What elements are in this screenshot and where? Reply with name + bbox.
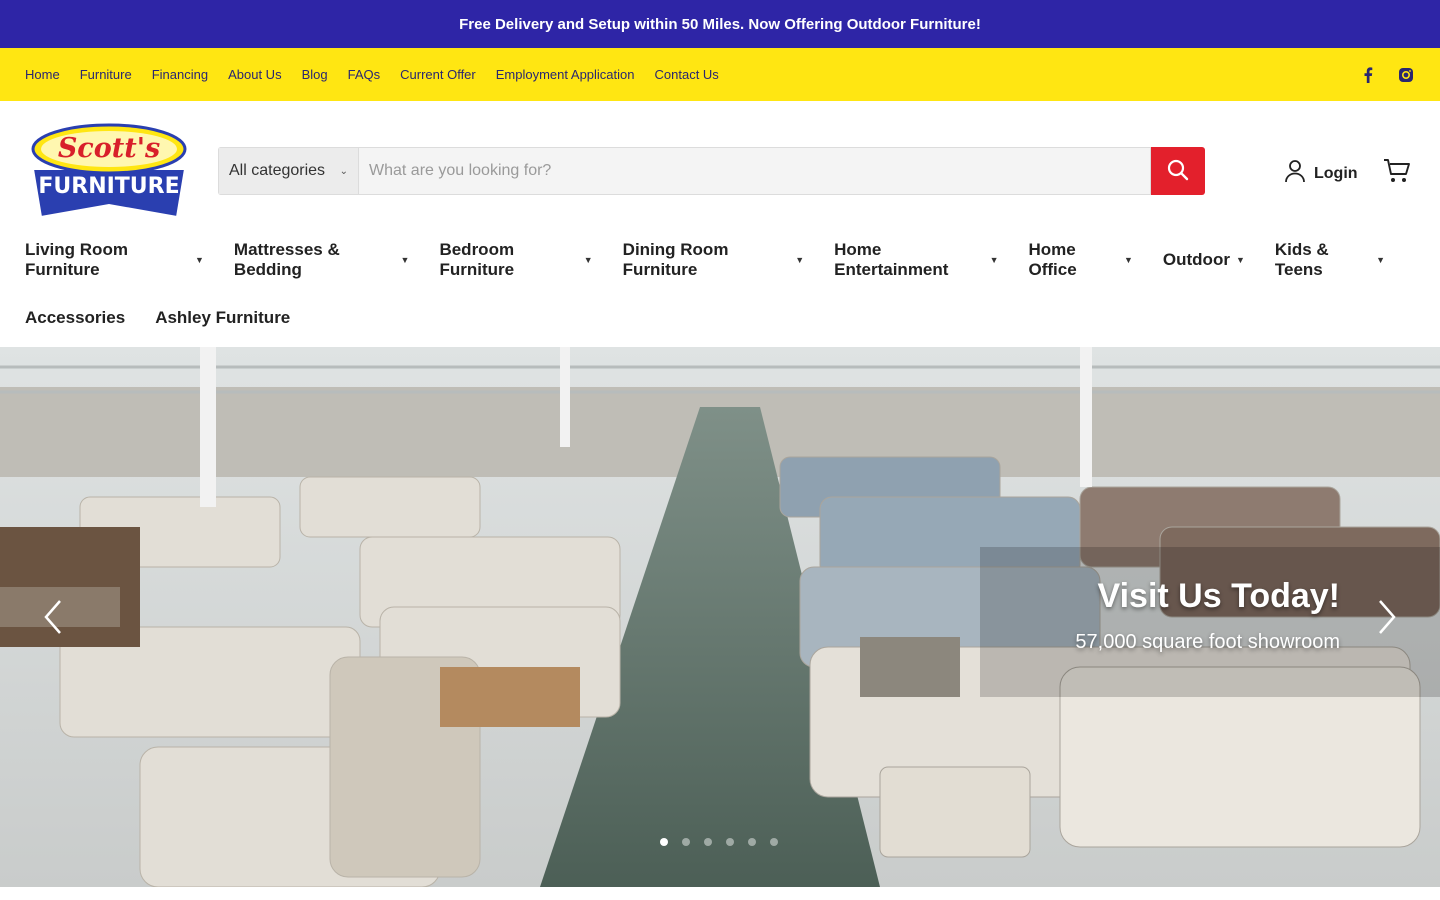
chevron-left-icon xyxy=(44,600,61,634)
nav-label: Kids & Teens xyxy=(1274,240,1329,279)
logo-line2: FURNITURE xyxy=(38,174,179,199)
nav-kids-teens[interactable]: Kids & Teens ▼ xyxy=(1275,240,1385,280)
nav-home-office[interactable]: Home Office ▼ xyxy=(1029,240,1133,280)
login-label: Login xyxy=(1314,164,1358,182)
site-logo[interactable]: Scott's FURNITURE xyxy=(27,123,191,219)
chevron-right-icon xyxy=(1379,600,1396,634)
utility-nav: Home Furniture Financing About Us Blog F… xyxy=(25,67,719,82)
nav-label: Mattresses & Bedding xyxy=(233,240,340,279)
site-header: Scott's FURNITURE All categories ⌄ Login xyxy=(0,101,1440,241)
nav-dining-room[interactable]: Dining Room Furniture ▼ xyxy=(623,240,804,280)
nav-label: Home Office xyxy=(1028,240,1077,279)
slide-dot-5[interactable] xyxy=(748,838,756,846)
search-input[interactable] xyxy=(358,147,1151,195)
previous-slide-button[interactable] xyxy=(38,597,68,637)
nav-ashley-furniture[interactable]: Ashley Furniture xyxy=(155,308,290,328)
utility-link-blog[interactable]: Blog xyxy=(302,67,328,82)
main-navigation: Living Room Furniture ▼ Mattresses & Bedd… xyxy=(0,231,1440,347)
chevron-down-icon: ▼ xyxy=(195,255,204,265)
nav-home-entertainment[interactable]: Home Entertainment ▼ xyxy=(834,240,998,280)
slide-dot-4[interactable] xyxy=(726,838,734,846)
utility-link-furniture[interactable]: Furniture xyxy=(80,67,132,82)
nav-accessories[interactable]: Accessories xyxy=(25,308,125,328)
nav-label: Bedroom Furniture xyxy=(439,240,515,279)
utility-link-home[interactable]: Home xyxy=(25,67,60,82)
search-icon xyxy=(1167,159,1189,184)
search-category-label: All categories xyxy=(229,162,326,179)
hero-title: Visit Us Today! xyxy=(1097,577,1340,615)
announcement-bar: Free Delivery and Setup within 50 Miles.… xyxy=(0,0,1440,48)
chevron-down-icon: ▼ xyxy=(1123,255,1133,265)
chevron-down-icon: ⌄ xyxy=(339,165,348,177)
instagram-icon[interactable] xyxy=(1397,66,1415,84)
search-button[interactable] xyxy=(1151,147,1205,195)
social-links xyxy=(1359,66,1415,84)
nav-label: Accessories xyxy=(25,308,126,327)
slide-indicators xyxy=(660,838,778,846)
nav-label: Home Entertainment xyxy=(834,240,949,279)
utility-link-about[interactable]: About Us xyxy=(228,67,281,82)
nav-label: Living Room Furniture xyxy=(25,240,128,279)
nav-bedroom[interactable]: Bedroom Furniture ▼ xyxy=(439,240,592,280)
login-link[interactable]: Login xyxy=(1284,159,1358,188)
chevron-down-icon: ▼ xyxy=(583,255,593,265)
nav-label: Dining Room Furniture xyxy=(622,240,729,279)
search-category-select[interactable]: All categories ⌄ xyxy=(218,147,358,195)
utility-link-financing[interactable]: Financing xyxy=(152,67,208,82)
slide-dot-1[interactable] xyxy=(660,838,668,846)
nav-outdoor[interactable]: Outdoor ▼ xyxy=(1163,250,1245,270)
utility-link-contact[interactable]: Contact Us xyxy=(655,67,719,82)
logo-line1: Scott's xyxy=(58,133,160,164)
hero-slideshow: Visit Us Today! 57,000 square foot showr… xyxy=(0,347,1440,887)
nav-label: Outdoor xyxy=(1162,250,1230,269)
hero-subtitle: 57,000 square foot showroom xyxy=(1075,631,1340,653)
search-bar: All categories ⌄ xyxy=(218,147,1205,195)
showroom-image xyxy=(0,347,1440,887)
announcement-text: Free Delivery and Setup within 50 Miles.… xyxy=(459,15,981,33)
main-nav-row-2: Accessories Ashley Furniture xyxy=(25,289,1415,347)
chevron-down-icon: ▼ xyxy=(795,255,805,265)
user-icon xyxy=(1284,159,1306,188)
main-nav-row-1: Living Room Furniture ▼ Mattresses & Bedd… xyxy=(25,231,1415,289)
slide-dot-6[interactable] xyxy=(770,838,778,846)
chevron-down-icon: ▼ xyxy=(1235,255,1245,265)
cart-icon[interactable] xyxy=(1383,157,1411,185)
next-slide-button[interactable] xyxy=(1372,597,1402,637)
facebook-icon[interactable] xyxy=(1359,66,1377,84)
utility-link-current-offer[interactable]: Current Offer xyxy=(400,67,476,82)
utility-link-faqs[interactable]: FAQs xyxy=(348,67,381,82)
nav-mattresses[interactable]: Mattresses & Bedding ▼ xyxy=(234,240,410,280)
nav-label: Ashley Furniture xyxy=(155,308,291,327)
slide-dot-2[interactable] xyxy=(682,838,690,846)
slide-dot-3[interactable] xyxy=(704,838,712,846)
chevron-down-icon: ▼ xyxy=(1376,255,1385,265)
utility-link-employment[interactable]: Employment Application xyxy=(496,67,635,82)
chevron-down-icon: ▼ xyxy=(400,255,410,265)
utility-bar: Home Furniture Financing About Us Blog F… xyxy=(0,48,1440,101)
nav-living-room[interactable]: Living Room Furniture ▼ xyxy=(25,240,204,280)
chevron-down-icon: ▼ xyxy=(989,255,999,265)
